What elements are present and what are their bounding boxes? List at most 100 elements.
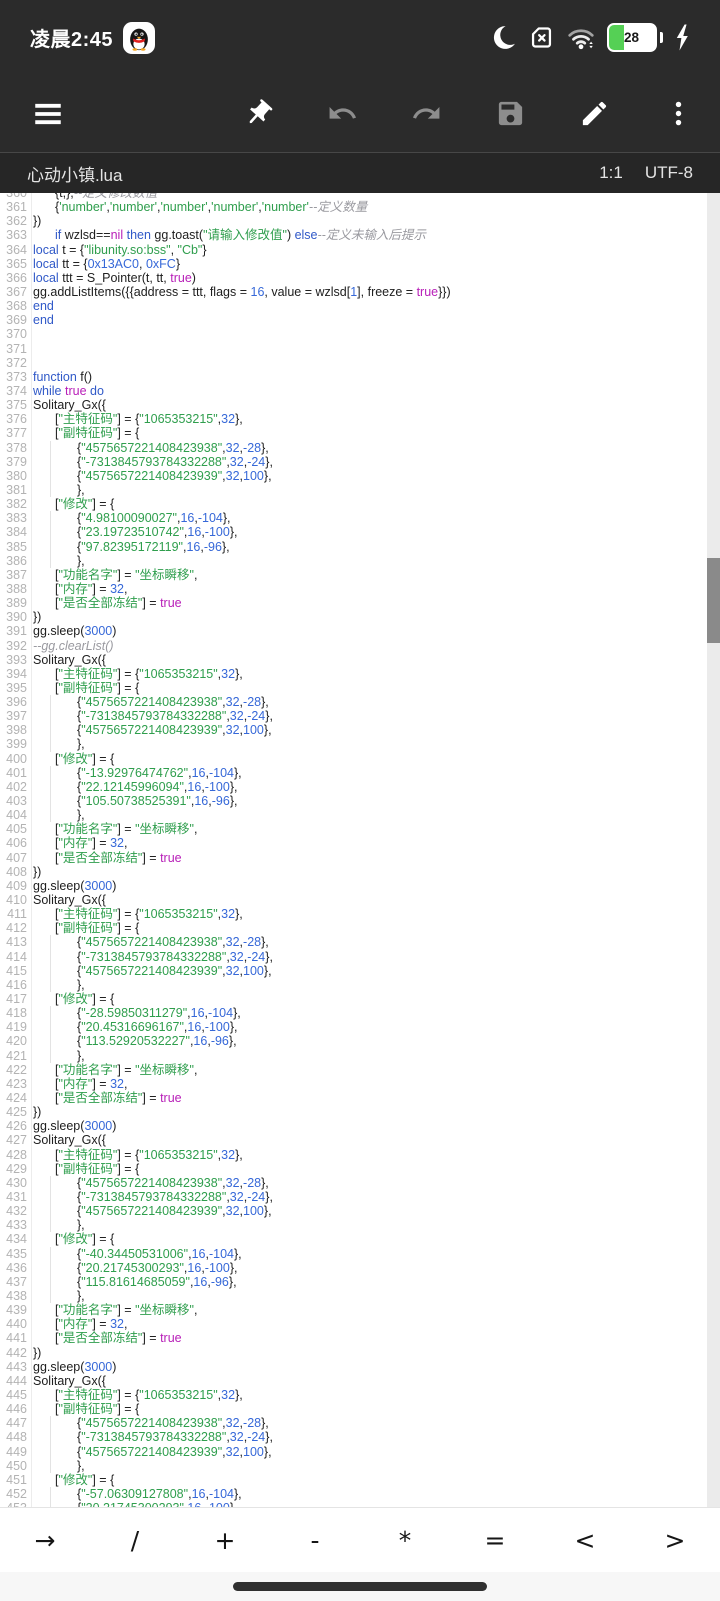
code-line[interactable]: 411 ["主特征码"] = {"1065353215",32}, (0, 907, 707, 921)
scrollbar-thumb[interactable] (707, 558, 720, 643)
code-line[interactable]: 391 gg.sleep(3000) (0, 624, 707, 638)
code-line[interactable]: 376 ["主特征码"] = {"1065353215",32}, (0, 412, 707, 426)
code-line[interactable]: 430 {"4575657221408423938",32,-28}, (0, 1175, 707, 1190)
code-line[interactable]: 417 ["修改"] = { (0, 992, 707, 1006)
code-line[interactable]: 418 {"-28.59850311279",16,-104}, (0, 1006, 707, 1021)
code-line[interactable]: 394 ["主特征码"] = {"1065353215",32}, (0, 667, 707, 681)
code-line[interactable]: 426 gg.sleep(3000) (0, 1119, 707, 1133)
code-line[interactable]: 447 {"4575657221408423938",32,-28}, (0, 1416, 707, 1431)
code-line[interactable]: 379 {"-7313845793784332288",32,-24}, (0, 454, 707, 469)
code-line[interactable]: 415 {"4575657221408423939",32,100}, (0, 963, 707, 978)
code-line[interactable]: 434 ["修改"] = { (0, 1232, 707, 1246)
code-line[interactable]: 381}, (0, 482, 707, 498)
code-line[interactable]: 401 {"-13.92976474762",16,-104}, (0, 765, 707, 780)
code-line[interactable]: 425}) (0, 1105, 707, 1119)
code-line[interactable]: 427 Solitary_Gx({ (0, 1133, 707, 1147)
edit-button[interactable] (552, 75, 636, 152)
code-line[interactable]: 443 gg.sleep(3000) (0, 1360, 707, 1374)
code-line[interactable]: 410 Solitary_Gx({ (0, 893, 707, 907)
code-line[interactable]: 441 ["是否全部冻结"] = true (0, 1331, 707, 1345)
code-line[interactable]: 428 ["主特征码"] = {"1065353215",32}, (0, 1148, 707, 1162)
menu-button[interactable] (24, 90, 72, 138)
code-line[interactable]: 364 local t = {"libunity.so:bss", "Cb"} (0, 243, 707, 257)
code-line[interactable]: 392 --gg.clearList() (0, 639, 707, 653)
code-line[interactable]: 422 ["功能名字"] = "坐标瞬移", (0, 1063, 707, 1077)
symbol-key[interactable]: < (540, 1508, 630, 1572)
code-line[interactable]: 367 gg.addListItems({{address = ttt, flag… (0, 285, 707, 299)
code-line[interactable]: 407 ["是否全部冻结"] = true (0, 851, 707, 865)
code-line[interactable]: 444 Solitary_Gx({ (0, 1374, 707, 1388)
code-line[interactable]: 393 Solitary_Gx({ (0, 653, 707, 667)
code-line[interactable]: 445 ["主特征码"] = {"1065353215",32}, (0, 1388, 707, 1402)
code-line[interactable]: 406 ["内存"] = 32, (0, 836, 707, 850)
code-line[interactable]: 384 {"23.19723510742",16,-100}, (0, 525, 707, 540)
code-line[interactable]: 377 ["副特征码"] = { (0, 426, 707, 440)
code-line[interactable]: 382 ["修改"] = { (0, 497, 707, 511)
code-line[interactable]: 366 local ttt = S_Pointer(t, tt, true) (0, 271, 707, 285)
code-line[interactable]: 400 ["修改"] = { (0, 752, 707, 766)
code-line[interactable]: 413 {"4575657221408423938",32,-28}, (0, 935, 707, 950)
pin-button[interactable] (216, 75, 300, 152)
code-line[interactable]: 373 function f() (0, 370, 707, 384)
code-line[interactable]: 387 ["功能名字"] = "坐标瞬移", (0, 568, 707, 582)
symbol-key[interactable]: > (630, 1508, 720, 1572)
code-line[interactable]: 365 local tt = {0x13AC0, 0xFC} (0, 257, 707, 271)
code-line[interactable]: 421}, (0, 1048, 707, 1063)
code-line[interactable]: 409 gg.sleep(3000) (0, 879, 707, 893)
code-line[interactable]: 437 {"115.81614685059",16,-96}, (0, 1274, 707, 1289)
code-line[interactable]: 412 ["副特征码"] = { (0, 921, 707, 935)
code-line[interactable]: 380 {"4575657221408423939",32,100}, (0, 468, 707, 483)
code-line[interactable]: 383 {"4.98100090027",16,-104}, (0, 511, 707, 526)
code-line[interactable]: 363 if wzlsd==nil then gg.toast("请输入修改值")… (0, 228, 707, 242)
code-line[interactable]: 439 ["功能名字"] = "坐标瞬移", (0, 1303, 707, 1317)
code-line[interactable]: 438}, (0, 1288, 707, 1304)
code-line[interactable]: 369 end (0, 313, 707, 327)
code-line[interactable]: 403 {"105.50738525391",16,-96}, (0, 794, 707, 809)
code-line[interactable]: 435 {"-40.34450531006",16,-104}, (0, 1246, 707, 1261)
code-line[interactable]: 372 (0, 356, 707, 370)
code-line[interactable]: 433}, (0, 1218, 707, 1233)
symbol-key[interactable]: + (180, 1508, 270, 1572)
code-line[interactable]: 390}) (0, 610, 707, 624)
code-line[interactable]: 448 {"-7313845793784332288",32,-24}, (0, 1430, 707, 1445)
code-line[interactable]: 451 ["修改"] = { (0, 1473, 707, 1487)
code-line[interactable]: 452 {"-57.06309127808",16,-104}, (0, 1486, 707, 1502)
code-line[interactable]: 385 {"97.82395172119",16,-96}, (0, 539, 707, 554)
undo-button[interactable] (300, 75, 384, 152)
code-line[interactable]: 370 (0, 327, 707, 341)
code-editor-area[interactable]: 360 {t,},--定义修改数值 361 {'number','number','n… (0, 193, 720, 1507)
code-line[interactable]: 389 ["是否全部冻结"] = true (0, 596, 707, 610)
code-line[interactable]: 375 Solitary_Gx({ (0, 398, 707, 412)
code-line[interactable]: 408}) (0, 865, 707, 879)
symbol-key[interactable]: - (270, 1508, 360, 1572)
code-line[interactable]: 429 ["副特征码"] = { (0, 1162, 707, 1176)
code-line[interactable]: 432 {"4575657221408423939",32,100}, (0, 1204, 707, 1219)
save-button[interactable] (468, 75, 552, 152)
code-line[interactable]: 423 ["内存"] = 32, (0, 1077, 707, 1091)
code-line[interactable]: 378 {"4575657221408423938",32,-28}, (0, 440, 707, 455)
code-line[interactable]: 414 {"-7313845793784332288",32,-24}, (0, 949, 707, 964)
symbol-key[interactable]: → (0, 1508, 90, 1572)
code-line[interactable]: 440 ["内存"] = 32, (0, 1317, 707, 1331)
code-line[interactable]: 398 {"4575657221408423939",32,100}, (0, 723, 707, 738)
gesture-handle[interactable] (233, 1582, 487, 1591)
code-line[interactable]: 424 ["是否全部冻结"] = true (0, 1091, 707, 1105)
code-line[interactable]: 436 {"20.21745300293",16,-100}, (0, 1260, 707, 1275)
code-line[interactable]: 371 (0, 342, 707, 356)
code-line[interactable]: 442}) (0, 1346, 707, 1360)
symbol-key[interactable]: = (450, 1508, 540, 1572)
code-line[interactable]: 449 {"4575657221408423939",32,100}, (0, 1444, 707, 1459)
code-line[interactable]: 386}, (0, 553, 707, 568)
code-line[interactable]: 361 {'number','number','number','number',… (0, 200, 707, 214)
code-line[interactable]: 399}, (0, 737, 707, 752)
code-line[interactable]: 388 ["内存"] = 32, (0, 582, 707, 596)
overflow-menu-button[interactable] (636, 75, 720, 152)
code-line[interactable]: 446 ["副特征码"] = { (0, 1402, 707, 1416)
code-line[interactable]: 397 {"-7313845793784332288",32,-24}, (0, 709, 707, 724)
symbol-key[interactable]: * (360, 1508, 450, 1572)
code-line[interactable]: 420 {"113.52920532227",16,-96}, (0, 1034, 707, 1049)
code-line[interactable]: 395 ["副特征码"] = { (0, 681, 707, 695)
symbol-key[interactable]: / (90, 1508, 180, 1572)
code-line[interactable]: 396 {"4575657221408423938",32,-28}, (0, 695, 707, 710)
code-line[interactable]: 360 {t,},--定义修改数值 (0, 193, 707, 200)
